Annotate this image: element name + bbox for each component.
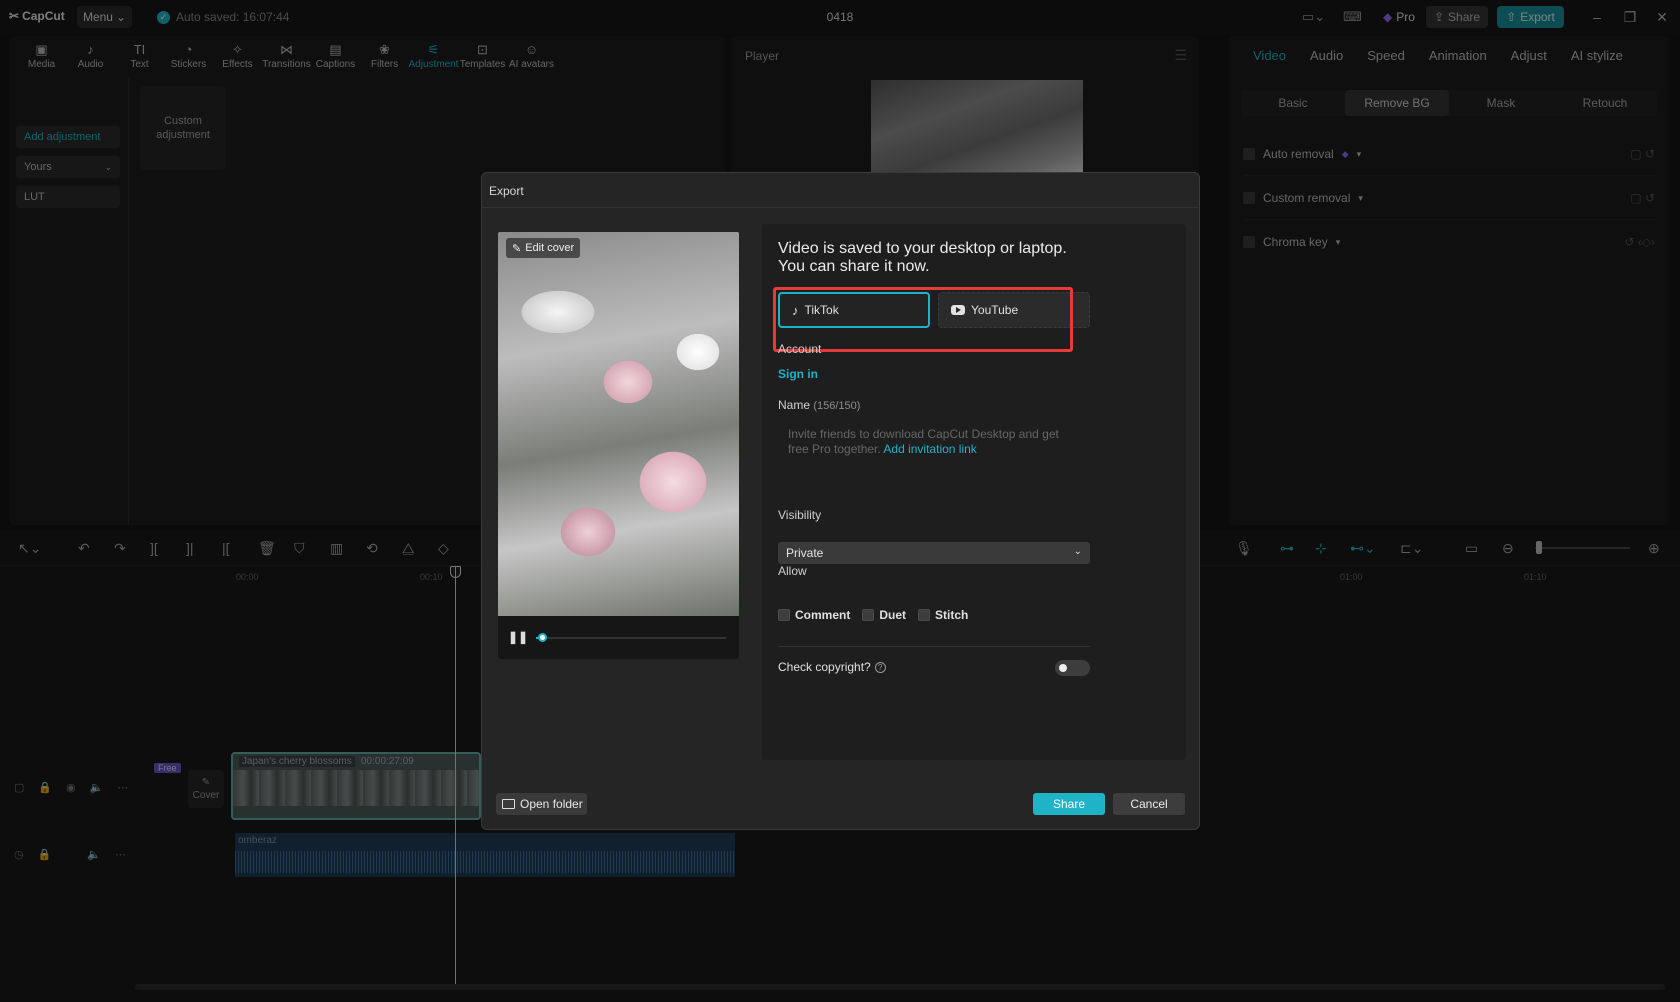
allow-comment[interactable]: Comment <box>778 608 850 622</box>
copyright-toggle[interactable] <box>1055 660 1090 676</box>
platform-selector: ♪ TikTok YouTube <box>778 292 1090 328</box>
pause-icon[interactable]: ❚❚ <box>508 630 528 644</box>
open-folder-label: Open folder <box>520 797 583 811</box>
allow-label: Allow <box>778 564 807 578</box>
cancel-button[interactable]: Cancel <box>1113 793 1185 815</box>
checkbox[interactable] <box>778 609 790 621</box>
add-invitation-link[interactable]: Add invitation link <box>883 442 976 456</box>
allow-option-label: Duet <box>879 608 906 622</box>
share-panel: Video is saved to your desktop or laptop… <box>762 224 1186 760</box>
cherry-blossom-preview-image <box>498 232 739 616</box>
allow-option-label: Stitch <box>935 608 968 622</box>
checkbox[interactable] <box>862 609 874 621</box>
allow-duet[interactable]: Duet <box>862 608 906 622</box>
share-submit-button[interactable]: Share <box>1033 793 1105 815</box>
name-textarea[interactable]: Invite friends to download CapCut Deskto… <box>778 423 1090 513</box>
allow-options: Comment Duet Stitch <box>778 608 968 622</box>
help-icon[interactable]: ? <box>875 662 886 673</box>
allow-option-label: Comment <box>795 608 850 622</box>
tiktok-icon: ♪ <box>792 303 799 318</box>
name-count: (156/150) <box>813 400 860 412</box>
allow-stitch[interactable]: Stitch <box>918 608 968 622</box>
dialog-title: Export <box>489 184 524 198</box>
platform-label: YouTube <box>971 303 1018 317</box>
checkbox[interactable] <box>918 609 930 621</box>
visibility-label: Visibility <box>778 508 821 522</box>
account-label: Account <box>778 342 821 356</box>
name-label-row: Name (156/150) <box>778 398 860 412</box>
platform-tiktok[interactable]: ♪ TikTok <box>778 292 930 328</box>
open-folder-button[interactable]: Open folder <box>496 793 587 815</box>
export-dialog: Export ✎ Edit cover ❚❚ Video is saved to… <box>481 172 1200 830</box>
youtube-icon <box>951 305 965 315</box>
capcut-app: ✂ CapCut Menu ⌄ ✓ Auto saved: 16:07:44 0… <box>0 0 1680 1002</box>
copyright-label: Check copyright? <box>778 660 871 674</box>
preview-controls: ❚❚ <box>498 616 739 659</box>
saved-message: Video is saved to your desktop or laptop… <box>778 240 1138 276</box>
check-copyright-row: Check copyright? ? <box>778 660 886 674</box>
progress-knob[interactable] <box>538 633 547 642</box>
visibility-select[interactable]: Private ⌄ <box>778 542 1090 564</box>
edit-cover-label: Edit cover <box>525 242 574 254</box>
name-label: Name <box>778 398 810 412</box>
pencil-icon: ✎ <box>512 242 521 255</box>
sign-in-link[interactable]: Sign in <box>778 367 818 381</box>
visibility-value: Private <box>786 546 823 560</box>
edit-cover-button[interactable]: ✎ Edit cover <box>506 238 580 258</box>
divider <box>482 207 1199 208</box>
divider <box>778 646 1090 647</box>
cover-preview: ✎ Edit cover ❚❚ <box>498 232 739 659</box>
chevron-down-icon: ⌄ <box>1074 546 1082 557</box>
folder-icon <box>502 799 515 809</box>
toggle-knob <box>1059 664 1067 672</box>
platform-label: TikTok <box>805 303 839 317</box>
saved-message-line2: You can share it now. <box>778 258 1138 276</box>
saved-message-line1: Video is saved to your desktop or laptop… <box>778 240 1138 258</box>
progress-track[interactable] <box>536 637 726 639</box>
platform-youtube[interactable]: YouTube <box>938 292 1090 328</box>
